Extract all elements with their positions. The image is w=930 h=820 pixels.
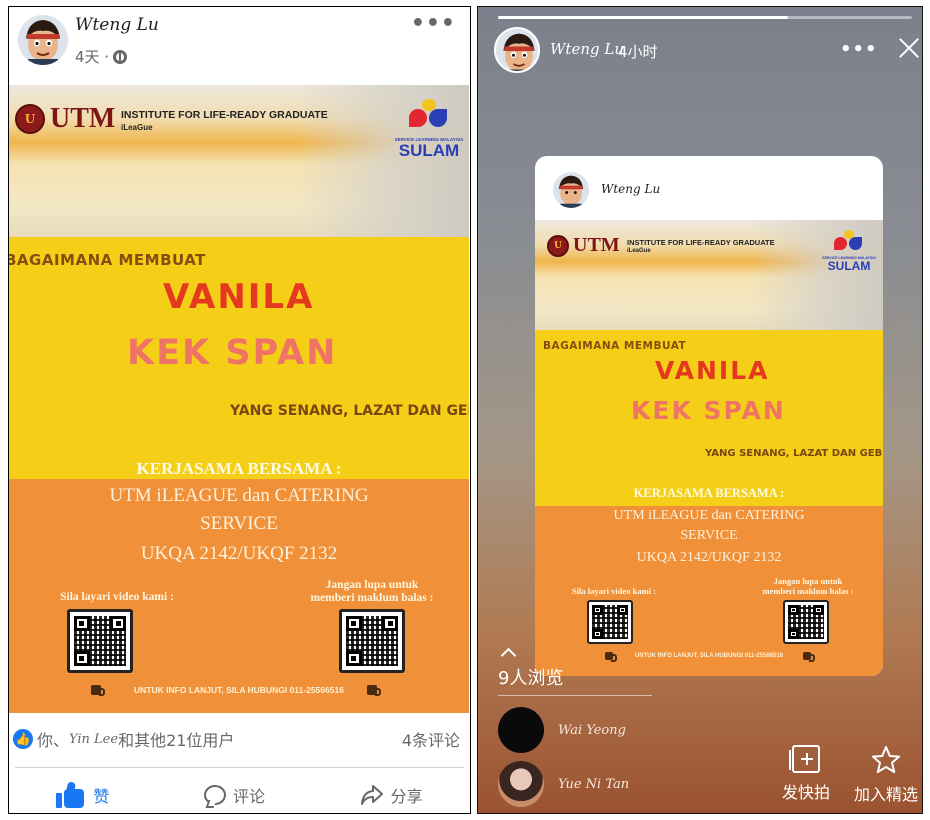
sulam-logo: SERVICE LEARNING MALAYSIA SULAM (389, 99, 469, 159)
viewer-name: Wai Yeong (558, 722, 626, 738)
author-avatar[interactable] (18, 15, 68, 65)
headline-bagaimana: BAGAIMANA MEMBUAT (543, 340, 687, 352)
collab-line-1: UTM iLEAGUE dan CATERING (109, 485, 369, 506)
post-meta: 4天 · (75, 46, 128, 67)
viewer-avatar (498, 707, 544, 753)
add-to-featured-label: 加入精选 (853, 785, 918, 804)
card-author-name: Wteng Lu (601, 182, 661, 196)
add-snap-label: 发快拍 (781, 783, 830, 802)
reactions-name[interactable]: Yin Lee (69, 732, 118, 747)
kerjasama-heading: KERJASAMA BERSAMA : (136, 459, 342, 478)
qr-left-caption: Sila layari video kami : (571, 586, 657, 596)
add-to-featured-button[interactable]: 加入精选 (846, 745, 922, 805)
qr-left-caption: Sila layari video kami : (60, 591, 174, 603)
story-more-button[interactable]: ••• (840, 39, 878, 60)
chevron-up-icon[interactable] (500, 647, 516, 657)
shared-post-card[interactable]: Wteng Lu U UTM INSTITUTE FOR LIFE-READY … (535, 156, 883, 676)
collab-line-1: UTM iLEAGUE dan CATERING (613, 508, 805, 523)
share-button[interactable]: 分享 (360, 783, 423, 807)
qr-right-caption-1: Jangan lupa untuk (773, 576, 843, 586)
card-poster-image: U UTM INSTITUTE FOR LIFE-READY GRADUATE … (535, 220, 883, 676)
comment-label: 评论 (232, 787, 265, 806)
like-button[interactable]: 赞 (56, 781, 110, 808)
globe-icon (113, 49, 128, 64)
more-options-button[interactable]: ••• (411, 11, 456, 36)
post-time[interactable]: 4天 · (75, 46, 109, 67)
headline-tagline: YANG SENANG, LAZAT DAN GEBU (230, 403, 469, 419)
action-divider (15, 767, 464, 768)
viewer-item[interactable]: Yue Ni Tan (498, 761, 629, 807)
contact-footer: UNTUK INFO LANJUT, SILA HUBUNGI 011-2556… (634, 653, 784, 659)
headline-vanila: VANILA (163, 277, 315, 317)
post-actions: 赞 评论 分享 (9, 777, 470, 813)
collab-line-3: UKQA 2142/UKQF 2132 (140, 543, 338, 564)
viewers-divider (498, 695, 652, 696)
star-icon (872, 746, 900, 773)
cartoon-avatar-icon (553, 172, 589, 208)
collab-line-2: SERVICE (200, 513, 278, 534)
story-author-avatar[interactable] (494, 27, 540, 73)
comment-bubble-icon (203, 785, 226, 805)
headline-kek-span: KEK SPAN (631, 396, 786, 425)
qr-right-caption-2: memberi maklum balas : (762, 586, 854, 596)
cartoon-avatar-icon (496, 29, 538, 71)
close-x-icon[interactable] (896, 35, 922, 61)
institute-title: INSTITUTE FOR LIFE-READY GRADUATE (627, 238, 775, 247)
add-story-icon (789, 745, 820, 773)
kerjasama-heading: KERJASAMA BERSAMA : (633, 486, 785, 500)
post-author-name[interactable]: Wteng Lu (75, 15, 159, 35)
institute-title: INSTITUTE FOR LIFE-READY GRADUATE (121, 109, 328, 121)
like-label: 赞 (93, 787, 110, 806)
qr-right-caption-2: memberi maklum balas : (310, 592, 434, 604)
story-author-name[interactable]: Wteng Lu (550, 40, 624, 58)
utm-logo: U UTM (547, 234, 620, 257)
institute-subtitle: iLeaGue (627, 248, 651, 254)
cartoon-avatar-icon (18, 15, 68, 65)
story-progress-bar (498, 16, 912, 19)
sulam-logo: SERVICE LEARNING MALAYSIA SULAM (819, 230, 879, 272)
headline-vanila: VANILA (655, 356, 770, 385)
post-image[interactable]: U UTM INSTITUTE FOR LIFE-READY GRADUATE … (9, 85, 469, 713)
headline-tagline: YANG SENANG, LAZAT DAN GEBU (705, 448, 883, 459)
qr-code-video[interactable] (67, 609, 133, 673)
utm-logo: U UTM (15, 103, 115, 135)
viewer-avatar (498, 761, 544, 807)
viewer-item[interactable]: Wai Yeong (498, 707, 626, 753)
collab-line-3: UKQA 2142/UKQF 2132 (636, 550, 782, 565)
story-viewer: Wteng Lu 4小时 ••• Wteng Lu U UTM INSTITUT… (477, 6, 923, 814)
thumbs-up-icon (56, 781, 86, 808)
contact-footer: UNTUK INFO LANJUT, SILA HUBUNGI 011-2556… (134, 685, 344, 695)
facebook-post: Wteng Lu 4天 · ••• U UTM INSTITUTE FOR LI… (8, 6, 471, 814)
collab-line-2: SERVICE (680, 528, 738, 543)
qr-right-caption-1: Jangan lupa untuk (325, 579, 419, 591)
reactions-suffix: 和其他21位用户 (118, 731, 235, 750)
add-snap-button[interactable]: 发快拍 (774, 745, 838, 803)
card-author-avatar (553, 172, 589, 208)
qr-code-feedback[interactable] (339, 609, 405, 673)
institute-subtitle: iLeaGue (121, 123, 153, 132)
story-progress-fill (498, 16, 788, 19)
story-time: 4小时 (618, 43, 658, 61)
qr-code-feedback (783, 600, 829, 644)
qr-code-video (587, 600, 633, 644)
viewers-count[interactable]: 9人浏览 (498, 664, 563, 690)
share-label: 分享 (390, 787, 423, 806)
reactions-prefix: 你、 (37, 731, 70, 750)
reactions-bar[interactable]: 👍 你、 Yin Lee 和其他21位用户 4条评论 (9, 719, 470, 759)
viewer-name: Yue Ni Tan (558, 776, 630, 792)
share-arrow-icon (360, 785, 383, 805)
headline-bagaimana: BAGAIMANA MEMBUAT (9, 251, 206, 269)
headline-kek-span: KEK SPAN (127, 333, 338, 373)
comments-count[interactable]: 4条评论 (402, 727, 460, 751)
like-badge-icon: 👍 (13, 729, 33, 749)
comment-button[interactable]: 评论 (203, 783, 265, 807)
